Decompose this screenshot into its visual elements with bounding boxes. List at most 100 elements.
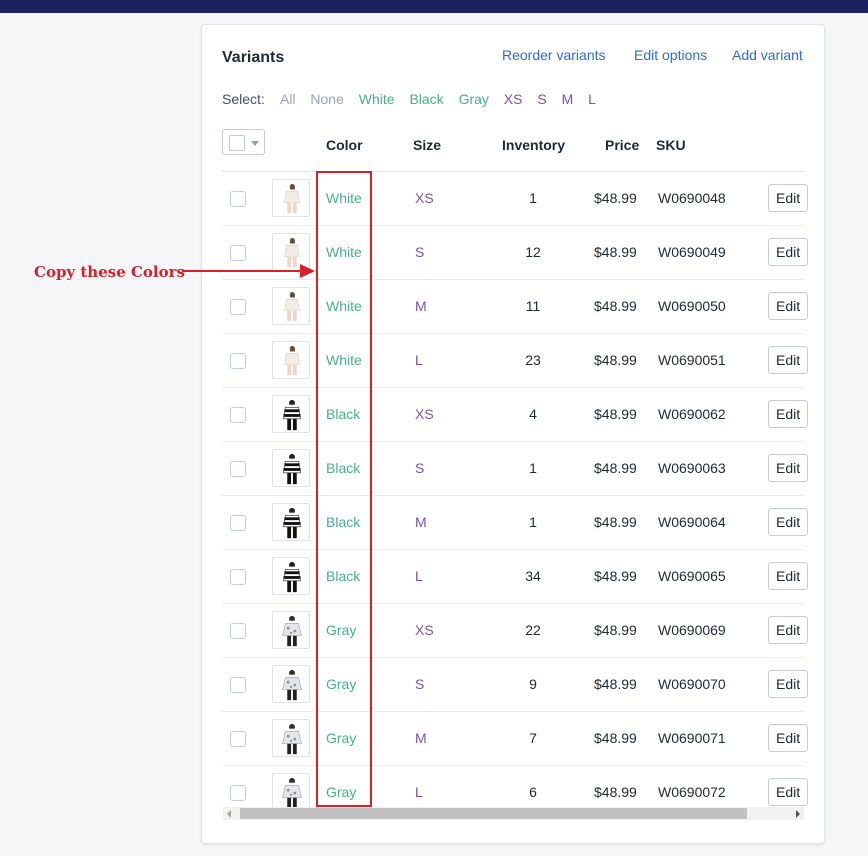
variant-size[interactable]: S [415, 676, 424, 692]
row-checkbox[interactable] [230, 353, 246, 369]
variant-size[interactable]: L [415, 784, 423, 800]
variant-size[interactable]: M [415, 514, 427, 530]
variant-thumbnail-image[interactable] [272, 557, 310, 595]
variant-sku: W0690064 [658, 514, 726, 530]
row-checkbox[interactable] [230, 461, 246, 477]
variant-inventory: 4 [529, 406, 537, 422]
select-l[interactable]: L [588, 91, 596, 107]
edit-options-link[interactable]: Edit options [634, 47, 707, 63]
variant-sku: W0690063 [658, 460, 726, 476]
variant-size[interactable]: L [415, 352, 423, 368]
edit-variant-button[interactable]: Edit [768, 778, 808, 806]
variant-thumbnail-image[interactable] [272, 449, 310, 487]
variant-sku: W0690048 [658, 190, 726, 206]
variant-size[interactable]: M [415, 298, 427, 314]
variant-price: $48.99 [594, 352, 637, 368]
variant-sku: W0690071 [658, 730, 726, 746]
variant-size[interactable]: S [415, 244, 424, 260]
variant-inventory: 1 [529, 190, 537, 206]
row-checkbox[interactable] [230, 569, 246, 585]
variant-size[interactable]: L [415, 568, 423, 584]
scroll-left-arrow-icon[interactable] [227, 810, 231, 818]
add-variant-link[interactable]: Add variant [732, 47, 803, 63]
variant-inventory: 34 [525, 568, 541, 584]
variant-size[interactable]: XS [415, 406, 434, 422]
select-none[interactable]: None [310, 91, 343, 107]
scroll-right-arrow-icon[interactable] [796, 810, 800, 818]
row-checkbox[interactable] [230, 191, 246, 207]
column-header-color: Color [326, 137, 363, 153]
bulk-select-dropdown[interactable] [222, 129, 265, 155]
select-gray[interactable]: Gray [459, 91, 489, 107]
variant-size[interactable]: S [415, 460, 424, 476]
select-s[interactable]: S [537, 91, 546, 107]
variant-size[interactable]: M [415, 730, 427, 746]
select-m[interactable]: M [562, 91, 574, 107]
reorder-variants-link[interactable]: Reorder variants [502, 47, 606, 63]
row-checkbox[interactable] [230, 623, 246, 639]
horizontal-scrollbar[interactable] [223, 807, 804, 820]
row-checkbox[interactable] [230, 731, 246, 747]
variant-sku: W0690050 [658, 298, 726, 314]
variant-size[interactable]: XS [415, 190, 434, 206]
edit-variant-button[interactable]: Edit [768, 346, 808, 374]
variant-sku: W0690049 [658, 244, 726, 260]
annotation-arrow-head-icon [300, 264, 315, 278]
edit-variant-button[interactable]: Edit [768, 292, 808, 320]
bulk-select-checkbox[interactable] [229, 135, 245, 151]
variant-inventory: 6 [529, 784, 537, 800]
edit-variant-button[interactable]: Edit [768, 238, 808, 266]
row-checkbox[interactable] [230, 407, 246, 423]
variant-thumbnail-image[interactable] [272, 719, 310, 757]
select-white[interactable]: White [359, 91, 395, 107]
row-checkbox[interactable] [230, 785, 246, 801]
variant-thumbnail-image[interactable] [272, 611, 310, 649]
variant-inventory: 22 [525, 622, 541, 638]
row-checkbox[interactable] [230, 677, 246, 693]
row-checkbox[interactable] [230, 299, 246, 315]
color-column-highlight-box [316, 171, 372, 807]
edit-variant-button[interactable]: Edit [768, 400, 808, 428]
variant-thumbnail-image[interactable] [272, 773, 310, 811]
edit-variant-button[interactable]: Edit [768, 616, 808, 644]
table-row: Gray S 9 $48.99 W0690070 Edit [222, 658, 808, 712]
variant-sku: W0690065 [658, 568, 726, 584]
annotation-label: Copy these Colors [34, 263, 185, 281]
edit-variant-button[interactable]: Edit [768, 724, 808, 752]
select-black[interactable]: Black [409, 91, 443, 107]
variant-size[interactable]: XS [415, 622, 434, 638]
edit-variant-button[interactable]: Edit [768, 454, 808, 482]
table-header: Color Size Inventory Price SKU [222, 127, 804, 172]
table-row: Black M 1 $48.99 W0690064 Edit [222, 496, 808, 550]
variant-thumbnail-image[interactable] [272, 503, 310, 541]
column-header-size: Size [413, 137, 442, 153]
edit-variant-button[interactable]: Edit [768, 670, 808, 698]
variant-thumbnail-image[interactable] [272, 179, 310, 217]
variant-price: $48.99 [594, 730, 637, 746]
variant-price: $48.99 [594, 514, 637, 530]
variant-inventory: 11 [525, 298, 541, 314]
edit-variant-button[interactable]: Edit [768, 184, 808, 212]
variant-thumbnail-image[interactable] [272, 395, 310, 433]
select-all[interactable]: All [280, 91, 296, 107]
table-row: Black S 1 $48.99 W0690063 Edit [222, 442, 808, 496]
variant-price: $48.99 [594, 460, 637, 476]
row-checkbox[interactable] [230, 515, 246, 531]
edit-variant-button[interactable]: Edit [768, 562, 808, 590]
edit-variant-button[interactable]: Edit [768, 508, 808, 536]
variant-thumbnail-image[interactable] [272, 287, 310, 325]
table-row: Gray XS 22 $48.99 W0690069 Edit [222, 604, 808, 658]
variant-thumbnail-image[interactable] [272, 665, 310, 703]
scrollbar-thumb[interactable] [240, 808, 747, 819]
variant-inventory: 23 [525, 352, 541, 368]
select-xs[interactable]: XS [504, 91, 523, 107]
column-header-sku: SKU [656, 137, 686, 153]
table-row: Black XS 4 $48.99 W0690062 Edit [222, 388, 808, 442]
column-header-price: Price [605, 137, 640, 153]
variant-thumbnail-image[interactable] [272, 341, 310, 379]
top-navigation-bar [0, 0, 868, 13]
row-checkbox[interactable] [230, 245, 246, 261]
variant-inventory: 1 [529, 514, 537, 530]
table-row: Gray M 7 $48.99 W0690071 Edit [222, 712, 808, 766]
chevron-down-icon[interactable] [251, 141, 259, 146]
